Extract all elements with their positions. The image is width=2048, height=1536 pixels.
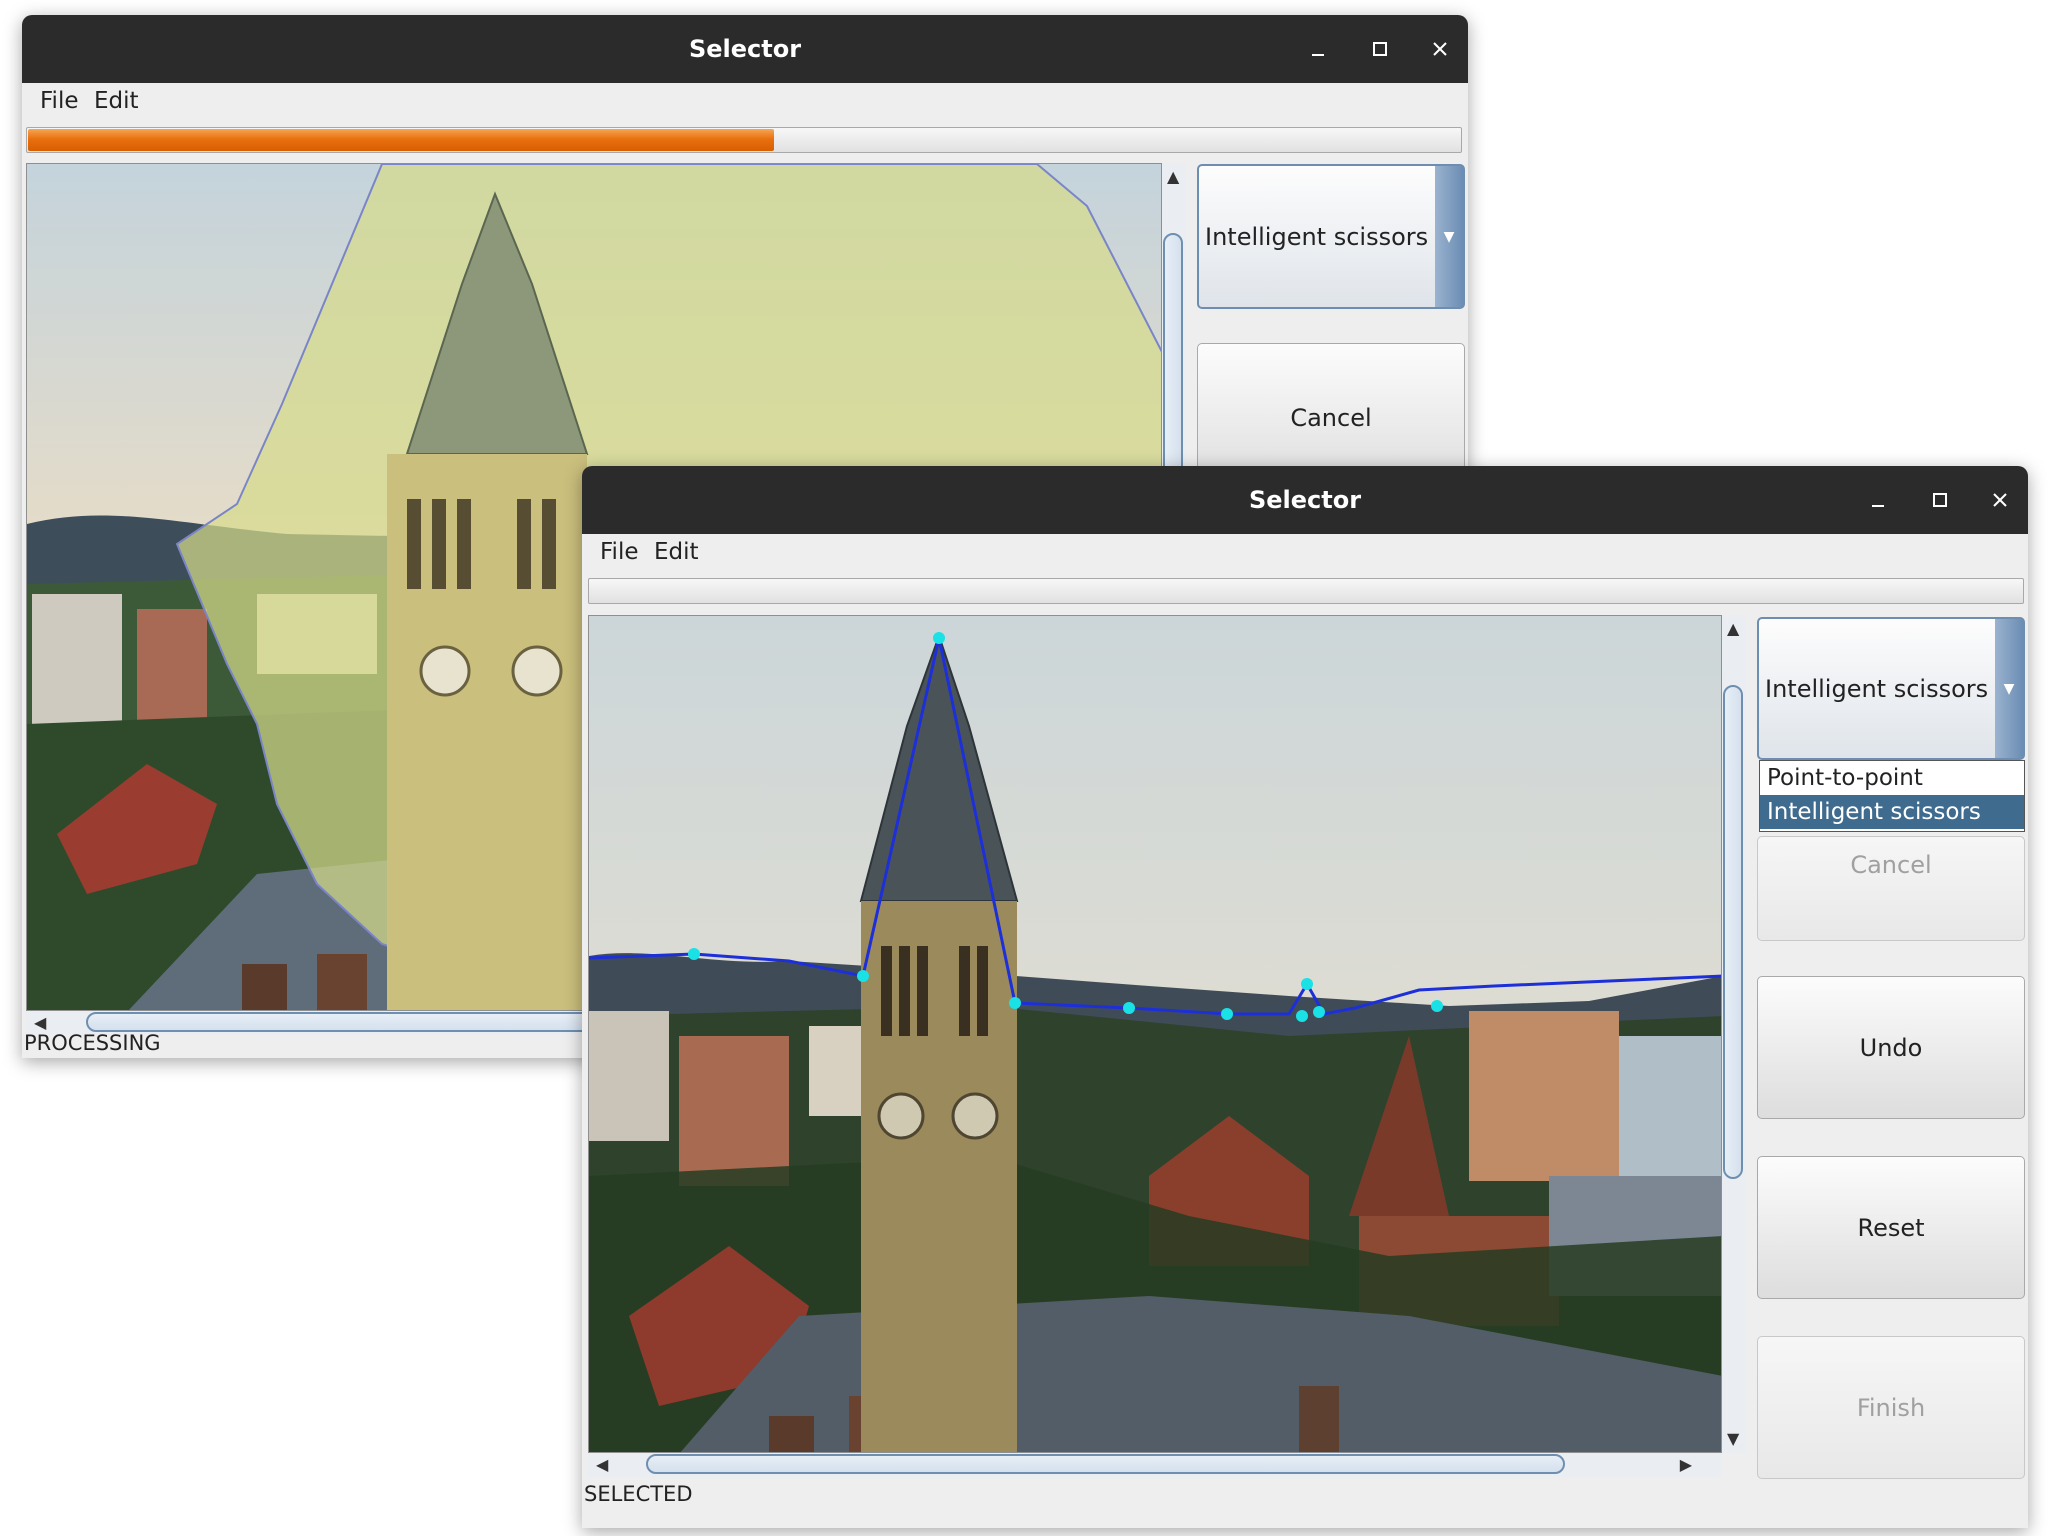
dropdown-arrow-button[interactable]: ▼ — [1435, 166, 1463, 307]
menu-edit[interactable]: Edit — [654, 534, 699, 570]
window-title: Selector — [688, 35, 802, 63]
close-button[interactable] — [1420, 29, 1460, 69]
mode-combobox[interactable]: Intelligent scissors ▼ — [1757, 617, 2025, 760]
menu-file[interactable]: File — [40, 83, 79, 119]
scroll-left-icon[interactable]: ◀ — [34, 1015, 46, 1031]
close-icon — [1433, 42, 1447, 56]
minimize-button[interactable] — [1858, 480, 1898, 520]
scroll-right-icon[interactable]: ▶ — [1680, 1457, 1692, 1473]
dropdown-arrow-icon: ▼ — [2003, 680, 2015, 697]
scroll-left-icon[interactable]: ◀ — [596, 1457, 608, 1473]
dropdown-arrow-button[interactable]: ▼ — [1995, 619, 2023, 758]
maximize-button[interactable] — [1920, 480, 1960, 520]
minimize-button[interactable] — [1298, 29, 1338, 69]
status-text: SELECTED — [584, 1482, 693, 1506]
close-icon — [1993, 493, 2007, 507]
option-intelligent-scissors[interactable]: Intelligent scissors — [1760, 795, 2024, 829]
progress-fill — [28, 129, 774, 151]
progress-bar — [26, 127, 1462, 153]
minimize-icon — [1312, 54, 1324, 56]
horizontal-scroll-thumb[interactable] — [86, 1012, 610, 1032]
mode-combobox-value: Intelligent scissors — [1765, 674, 1989, 703]
title-bar: Selector — [22, 15, 1468, 83]
option-point-to-point[interactable]: Point-to-point — [1760, 761, 2024, 795]
mode-combobox[interactable]: Intelligent scissors ▼ — [1197, 164, 1465, 309]
vertical-scrollbar[interactable]: ▲ ▼ — [1722, 615, 1746, 1453]
maximize-icon — [1933, 493, 1947, 507]
vertical-scroll-thumb[interactable] — [1723, 685, 1743, 1179]
progress-bar — [588, 578, 2024, 604]
scroll-up-icon[interactable]: ▲ — [1727, 621, 1739, 637]
menu-bar: File Edit — [582, 534, 2028, 570]
status-text: PROCESSING — [24, 1031, 161, 1055]
window-title: Selector — [1248, 486, 1362, 514]
menu-file[interactable]: File — [600, 534, 639, 570]
maximize-icon — [1373, 42, 1387, 56]
scroll-down-icon[interactable]: ▼ — [1727, 1431, 1739, 1447]
minimize-icon — [1872, 505, 1884, 507]
image-canvas[interactable] — [588, 615, 1722, 1453]
maximize-button[interactable] — [1360, 29, 1400, 69]
undo-button[interactable]: Undo — [1757, 976, 2025, 1119]
mode-dropdown-list: Point-to-point Intelligent scissors — [1759, 760, 2025, 832]
horizontal-scrollbar[interactable]: ◀ ▶ — [588, 1453, 1722, 1477]
campus-photo — [589, 616, 1721, 1452]
title-bar: Selector — [582, 466, 2028, 534]
selector-window-selected: Selector File Edit ▲ ▼ ◀ ▶ Intelligent s… — [582, 466, 2028, 1528]
horizontal-scroll-thumb[interactable] — [646, 1454, 1565, 1474]
reset-button[interactable]: Reset — [1757, 1156, 2025, 1299]
finish-button[interactable]: Finish — [1757, 1336, 2025, 1479]
menu-edit[interactable]: Edit — [94, 83, 139, 119]
scroll-up-icon[interactable]: ▲ — [1167, 169, 1179, 185]
mode-combobox-value: Intelligent scissors — [1205, 222, 1429, 251]
cancel-button[interactable]: Cancel — [1757, 836, 2025, 941]
dropdown-arrow-icon: ▼ — [1443, 228, 1455, 245]
close-button[interactable] — [1980, 480, 2020, 520]
menu-bar: File Edit — [22, 83, 1468, 119]
